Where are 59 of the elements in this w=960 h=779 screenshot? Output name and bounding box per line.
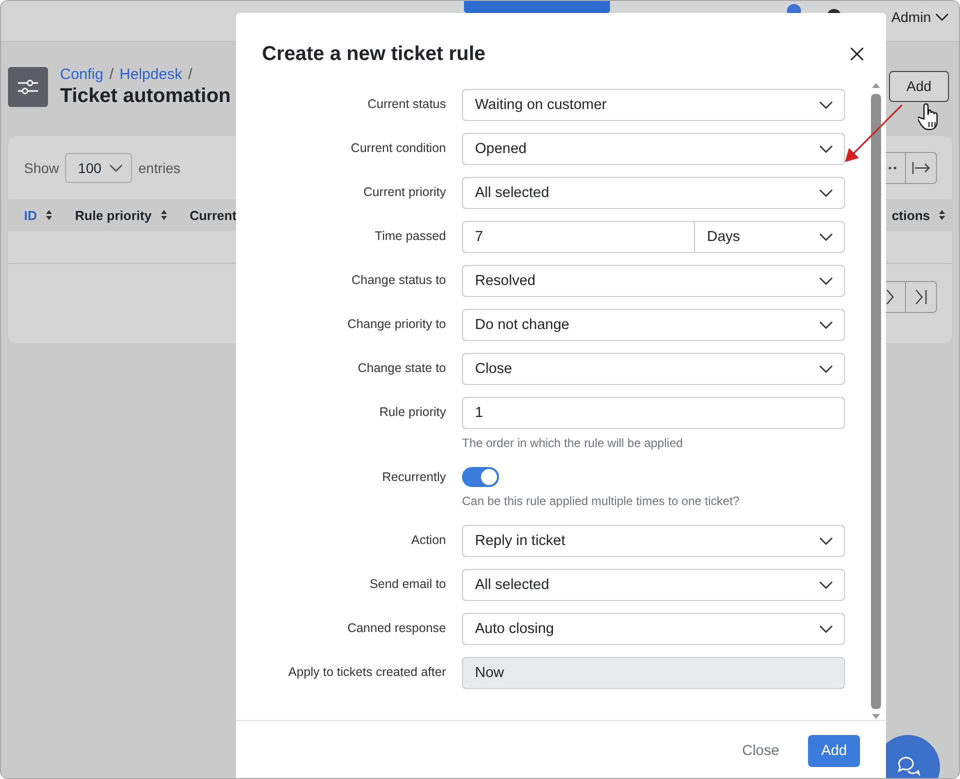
field-label: Action [410, 532, 446, 549]
field-label: Recurrently [381, 469, 446, 486]
field-label: Current status [366, 96, 446, 113]
field-label: Time passed [374, 228, 446, 245]
column-header[interactable]: Rule priority [75, 208, 152, 222]
column-header[interactable]: Current [190, 208, 237, 222]
select-field[interactable]: All selected [462, 569, 845, 601]
help-text: The order in which the rule will be applied [462, 436, 684, 450]
chevron-down-icon [819, 321, 833, 329]
field-label: Change state to [356, 360, 446, 377]
field-label: Current condition [350, 140, 446, 157]
add-button[interactable]: Add [889, 70, 949, 102]
field-label: Current priority [362, 184, 446, 201]
chevron-down-icon [109, 164, 124, 172]
chevron-down-icon [935, 13, 949, 21]
chevron-down-icon [819, 145, 833, 153]
toggle-switch[interactable] [462, 467, 499, 487]
chevron-down-icon [819, 189, 833, 197]
breadcrumb-separator: / [109, 66, 114, 83]
chevron-down-icon [819, 101, 833, 109]
field-label: Send email to [368, 576, 446, 593]
field-label: Change priority to [346, 316, 446, 333]
select-field[interactable]: All selected [462, 177, 845, 209]
chat-icon [896, 755, 920, 777]
chevron-down-icon [819, 233, 833, 241]
input-field[interactable]: 1 [462, 397, 845, 429]
select-field[interactable]: Reply in ticket [462, 525, 845, 557]
chevron-down-icon [819, 277, 833, 285]
close-icon[interactable] [850, 47, 864, 61]
column-header[interactable]: ctions [892, 208, 930, 222]
show-label: Show [24, 160, 60, 176]
user-name[interactable]: Admin [891, 9, 931, 25]
chevron-down-icon [819, 537, 833, 545]
page-title: Ticket automation [60, 85, 231, 108]
field-label: Change status to [350, 272, 446, 289]
help-text: Can be this rule applied multiple times to one ticket? [462, 494, 740, 508]
select-field[interactable]: Close [462, 353, 845, 385]
select-field[interactable]: Days [695, 221, 845, 253]
modal-title: Create a new ticket rule [262, 42, 486, 66]
close-button[interactable]: Close [729, 735, 792, 767]
chevron-down-icon [819, 581, 833, 589]
entries-label: entries [138, 160, 180, 176]
annotation-arrow [844, 104, 904, 164]
chevron-down-icon [819, 365, 833, 373]
page-size-select[interactable]: 100 [65, 153, 132, 183]
field-label: Apply to tickets created after [287, 664, 446, 681]
sliders-icon [8, 67, 48, 107]
input-field[interactable]: 7 [462, 221, 695, 253]
add-button[interactable]: Add [808, 735, 860, 767]
select-field[interactable]: Do not change [462, 309, 845, 341]
breadcrumb-separator: / [188, 66, 192, 83]
select-field[interactable]: Waiting on customer [462, 89, 845, 121]
field-label: Rule priority [378, 404, 446, 421]
chevron-down-icon [819, 625, 833, 633]
input-field: Now [462, 657, 845, 689]
field-label: Canned response [346, 620, 446, 637]
select-field[interactable]: Auto closing [462, 613, 845, 645]
select-field[interactable]: Opened [462, 133, 845, 165]
select-field[interactable]: Resolved [462, 265, 845, 297]
